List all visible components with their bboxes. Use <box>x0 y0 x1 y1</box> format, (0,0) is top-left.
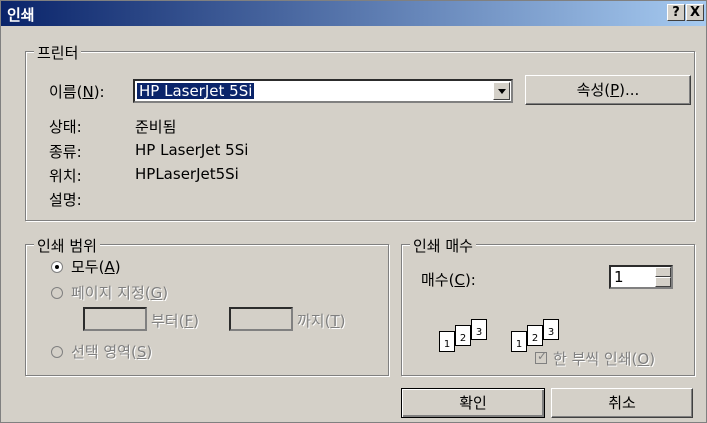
page-2-icon: 2 <box>527 325 543 346</box>
cancel-button[interactable]: 취소 <box>551 388 693 418</box>
page-2-icon: 2 <box>455 325 471 346</box>
comment-label: 설명: <box>49 191 82 209</box>
page-1-icon: 1 <box>439 331 455 352</box>
copies-count-label: 매수(C): <box>421 271 476 289</box>
chevron-down-icon[interactable] <box>493 82 510 100</box>
location-label: 위치: <box>49 167 82 185</box>
spin-up-icon[interactable] <box>655 267 671 277</box>
spin-down-icon[interactable] <box>655 277 671 287</box>
page-3-icon: 3 <box>471 319 487 340</box>
from-label: 부터(F) <box>151 312 199 330</box>
page-3-icon: 3 <box>543 319 559 340</box>
title-bar: 인쇄 ? X <box>1 1 706 26</box>
print-range-legend: 인쇄 범위 <box>34 235 100 256</box>
close-button[interactable]: X <box>686 4 704 21</box>
page-1-icon: 1 <box>511 331 527 352</box>
range-all-label[interactable]: 모두(A) <box>71 256 121 277</box>
help-button[interactable]: ? <box>667 4 685 21</box>
copies-legend: 인쇄 매수 <box>410 235 476 256</box>
dialog-title: 인쇄 <box>7 6 35 24</box>
collate-label[interactable]: 한 부씩 인쇄(O) <box>553 348 655 369</box>
status-value: 준비됨 <box>135 118 177 136</box>
printer-name-value: HP LaserJet 5Si <box>137 82 255 100</box>
range-pages-label[interactable]: 페이지 지정(G) <box>71 282 168 303</box>
copies-count-value: 1 <box>614 268 624 286</box>
collate-checkbox[interactable]: ✓ <box>535 349 548 364</box>
range-selection-label[interactable]: 선택 영역(S) <box>71 341 152 362</box>
from-page-input[interactable] <box>83 307 147 331</box>
type-value: HP LaserJet 5Si <box>135 141 249 159</box>
type-label: 종류: <box>49 143 82 161</box>
checkmark-icon: ✓ <box>537 349 548 363</box>
ok-button[interactable]: 확인 <box>401 388 545 418</box>
range-pages-radio[interactable] <box>51 287 63 299</box>
status-label: 상태: <box>49 118 82 136</box>
printer-name-label: 이름(N): <box>49 83 105 101</box>
printer-legend: 프린터 <box>34 42 82 63</box>
copies-count-spinner[interactable]: 1 <box>609 265 673 289</box>
properties-button[interactable]: 속성(P)... <box>525 75 691 105</box>
print-dialog: 인쇄 ? X 프린터 이름(N): HP LaserJet 5Si 속성(P).… <box>0 0 707 423</box>
range-selection-radio[interactable] <box>51 346 63 358</box>
printer-name-dropdown[interactable]: HP LaserJet 5Si <box>133 79 513 103</box>
to-page-input[interactable] <box>229 307 293 331</box>
range-all-radio[interactable] <box>51 261 63 273</box>
to-label: 까지(T) <box>297 312 346 330</box>
location-value: HPLaserJet5Si <box>135 165 239 183</box>
